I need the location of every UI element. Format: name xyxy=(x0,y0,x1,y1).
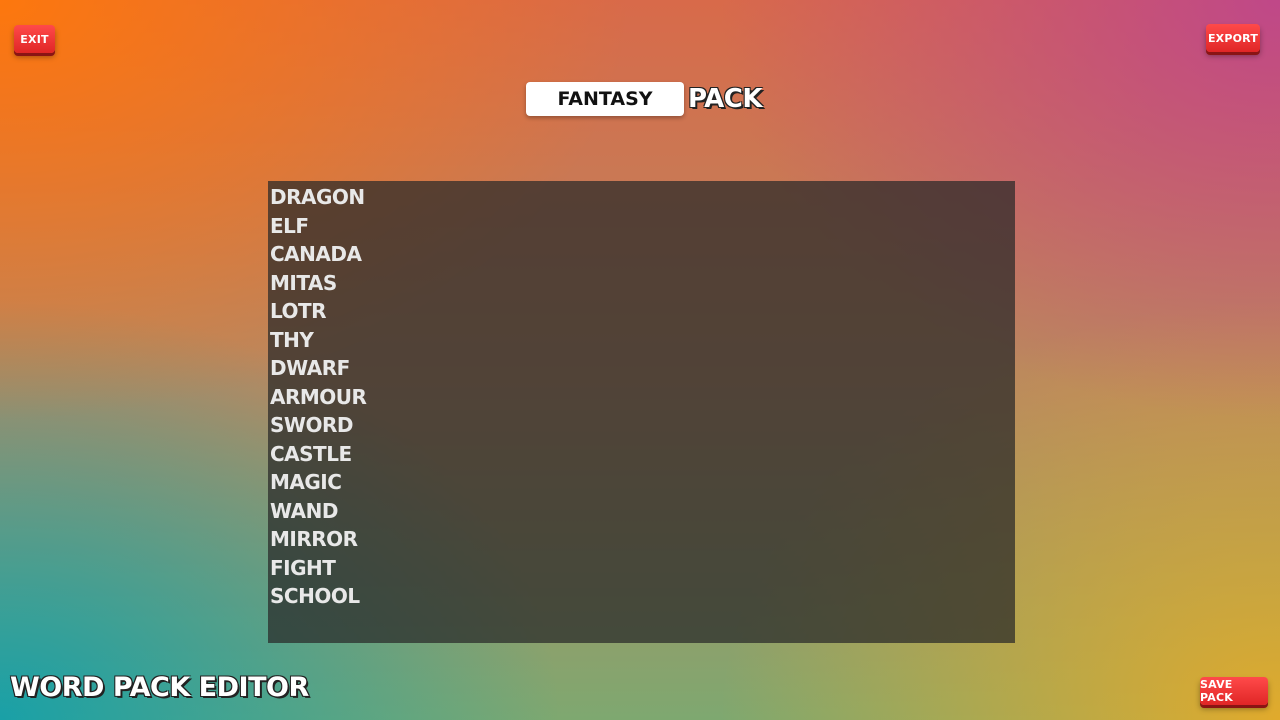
export-button[interactable]: EXPORT xyxy=(1206,24,1260,52)
word-item[interactable]: DRAGON xyxy=(270,183,1015,212)
pack-suffix-label: PACK xyxy=(688,84,763,114)
word-item[interactable]: FIGHT xyxy=(270,554,1015,583)
word-item[interactable]: DWARF xyxy=(270,354,1015,383)
word-item[interactable]: SCHOOL xyxy=(270,582,1015,611)
word-item[interactable]: CASTLE xyxy=(270,440,1015,469)
exit-button[interactable]: EXIT xyxy=(14,25,55,53)
save-pack-button[interactable]: SAVE PACK xyxy=(1200,677,1268,705)
word-item[interactable]: WAND xyxy=(270,497,1015,526)
word-item[interactable]: MITAS xyxy=(270,269,1015,298)
word-item[interactable]: LOTR xyxy=(270,297,1015,326)
app-title: WORD PACK EDITOR xyxy=(10,672,309,703)
word-item[interactable]: ELF xyxy=(270,212,1015,241)
word-item[interactable]: MAGIC xyxy=(270,468,1015,497)
word-list: DRAGON ELF CANADA MITAS LOTR THY DWARF A… xyxy=(270,183,1015,611)
word-item[interactable]: ARMOUR xyxy=(270,383,1015,412)
pack-header: FANTASY PACK xyxy=(526,81,763,117)
word-item[interactable]: MIRROR xyxy=(270,525,1015,554)
pack-name-input[interactable]: FANTASY xyxy=(526,82,684,116)
word-item[interactable]: SWORD xyxy=(270,411,1015,440)
word-item[interactable]: CANADA xyxy=(270,240,1015,269)
word-list-panel[interactable]: DRAGON ELF CANADA MITAS LOTR THY DWARF A… xyxy=(268,181,1015,643)
word-item[interactable]: THY xyxy=(270,326,1015,355)
